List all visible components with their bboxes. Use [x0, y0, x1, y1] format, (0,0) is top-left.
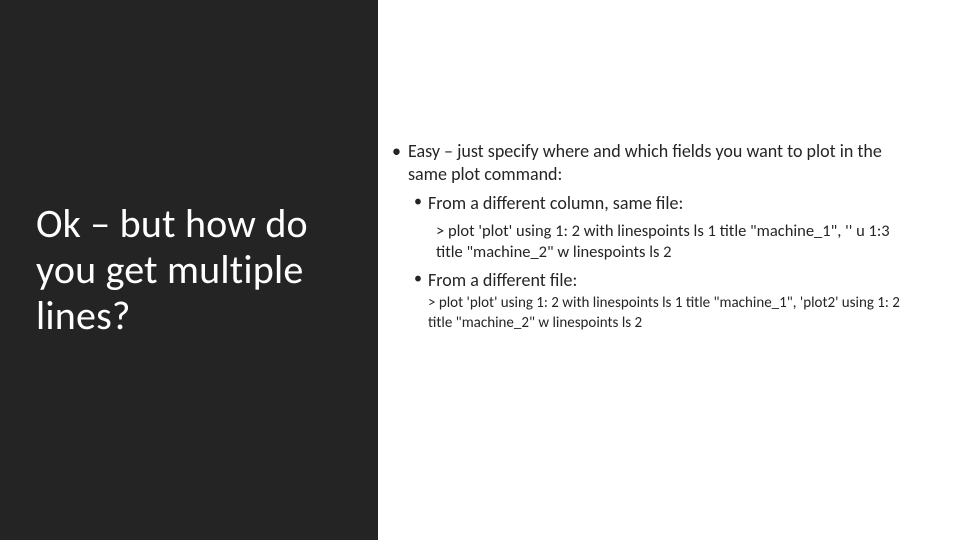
code-sample-2: > plot 'plot' using 1: 2 with linespoint…: [428, 294, 924, 332]
bullet-level-1: • Easy – just specify where and which fi…: [392, 140, 924, 186]
bullet-level-2: • From a different column, same file:: [414, 192, 924, 215]
bullet-level-2: • From a different file:: [414, 269, 924, 292]
sub-bullet-1-label: From a different column, same file:: [428, 192, 924, 215]
slide-title: Ok – but how do you get multiple lines?: [36, 201, 348, 339]
title-panel: Ok – but how do you get multiple lines?: [0, 0, 378, 540]
code-sample-1: > plot 'plot' using 1: 2 with linespoint…: [436, 221, 924, 263]
bullet-main-text: Easy – just specify where and which fiel…: [408, 140, 924, 186]
content-panel: • Easy – just specify where and which fi…: [378, 0, 960, 540]
bullet-dot-icon: •: [414, 192, 428, 215]
bullet-dot-icon: •: [392, 140, 408, 186]
sub-bullet-2-label: From a different file:: [428, 269, 924, 292]
slide: Ok – but how do you get multiple lines? …: [0, 0, 960, 540]
bullet-dot-icon: •: [414, 269, 428, 292]
